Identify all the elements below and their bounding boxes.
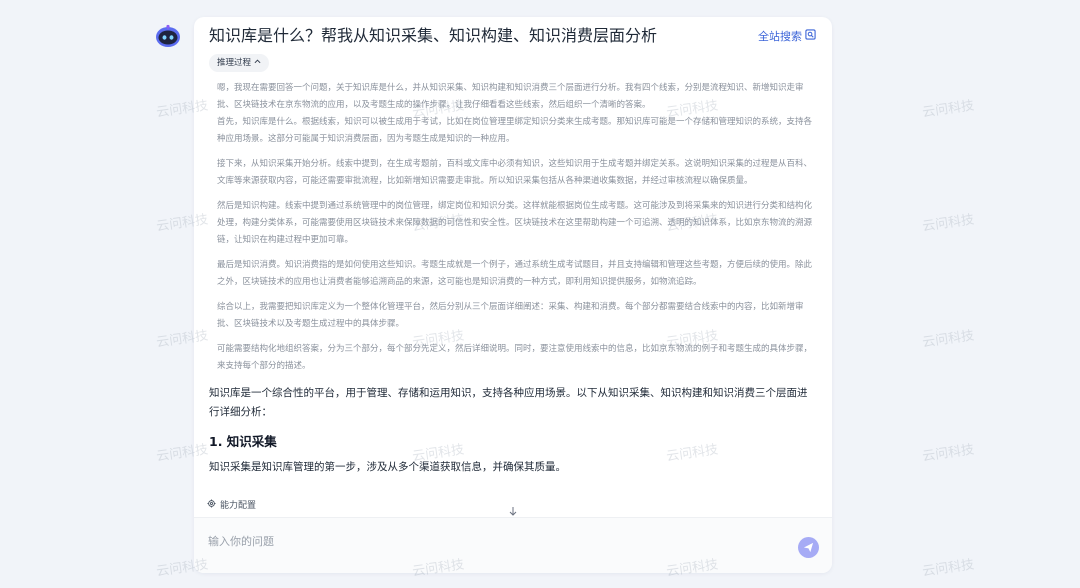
answer-section-text: 知识采集是知识库管理的第一步，涉及从多个渠道获取信息，并确保其质量。 bbox=[209, 461, 566, 473]
watermark: 云问科技 bbox=[921, 442, 976, 465]
reasoning-paragraph: 最后是知识消费。知识消费指的是如何使用这些知识。考题生成就是一个例子，通过系统生… bbox=[217, 260, 813, 287]
chat-input[interactable] bbox=[206, 530, 770, 552]
reasoning-paragraph: 综合以上，我需要把知识库定义为一个整体化管理平台，然后分别从三个层面详细阐述：采… bbox=[217, 302, 804, 329]
reasoning-toggle-label: 推理过程 bbox=[217, 58, 252, 68]
chevron-up-icon bbox=[254, 54, 261, 72]
reasoning-paragraph: 接下来，从知识采集开始分析。线索中提到，在生成考题前，百科或文库中必须有知识，这… bbox=[217, 159, 813, 186]
answer-intro: 知识库是一个综合性的平台，用于管理、存储和运用知识，支持各种应用场景。以下从知识… bbox=[209, 387, 808, 418]
reasoning-paragraph: 首先，知识库是什么。根据线索，知识可以被生成用于考试，比如在岗位管理里绑定知识分… bbox=[217, 117, 813, 144]
send-button[interactable] bbox=[798, 537, 819, 558]
watermark: 云问科技 bbox=[921, 212, 976, 235]
watermark: 云问科技 bbox=[921, 98, 976, 121]
reasoning-content: 嗯，我现在需要回答一个问题，关于知识库是什么，并从知识采集、知识构建和知识消费三… bbox=[217, 80, 817, 375]
capability-config-button[interactable]: 能力配置 bbox=[207, 498, 256, 511]
external-search-icon bbox=[805, 29, 816, 43]
capability-config-label: 能力配置 bbox=[220, 501, 257, 511]
reasoning-toggle-button[interactable]: 推理过程 bbox=[209, 54, 270, 72]
send-icon bbox=[803, 538, 814, 557]
watermark: 云问科技 bbox=[921, 557, 976, 580]
chat-card: 知识库是什么？帮我从知识采集、知识构建、知识消费层面分析 全站搜索 推理过程 嗯… bbox=[194, 17, 832, 573]
answer-section-title: 1. 知识采集 bbox=[209, 434, 277, 449]
reasoning-paragraph: 然后是知识构建。线索中提到通过系统管理中的岗位管理，绑定岗位和知识分类。这样就能… bbox=[217, 201, 813, 245]
reasoning-paragraph: 可能需要结构化地组织答案，分为三个部分，每个部分先定义，然后详细说明。同时，要注… bbox=[217, 344, 813, 371]
chat-input-bar bbox=[194, 517, 832, 573]
question-title: 知识库是什么？帮我从知识采集、知识构建、知识消费层面分析 bbox=[209, 26, 658, 45]
arrow-down-icon[interactable] bbox=[507, 502, 519, 516]
robot-avatar-icon bbox=[155, 24, 181, 48]
site-search-link[interactable]: 全站搜索 bbox=[758, 28, 816, 44]
watermark: 云问科技 bbox=[921, 328, 976, 351]
site-search-label: 全站搜索 bbox=[758, 30, 802, 43]
reasoning-paragraph: 嗯，我现在需要回答一个问题，关于知识库是什么，并从知识采集、知识构建和知识消费三… bbox=[217, 83, 804, 110]
gear-icon bbox=[207, 498, 216, 511]
